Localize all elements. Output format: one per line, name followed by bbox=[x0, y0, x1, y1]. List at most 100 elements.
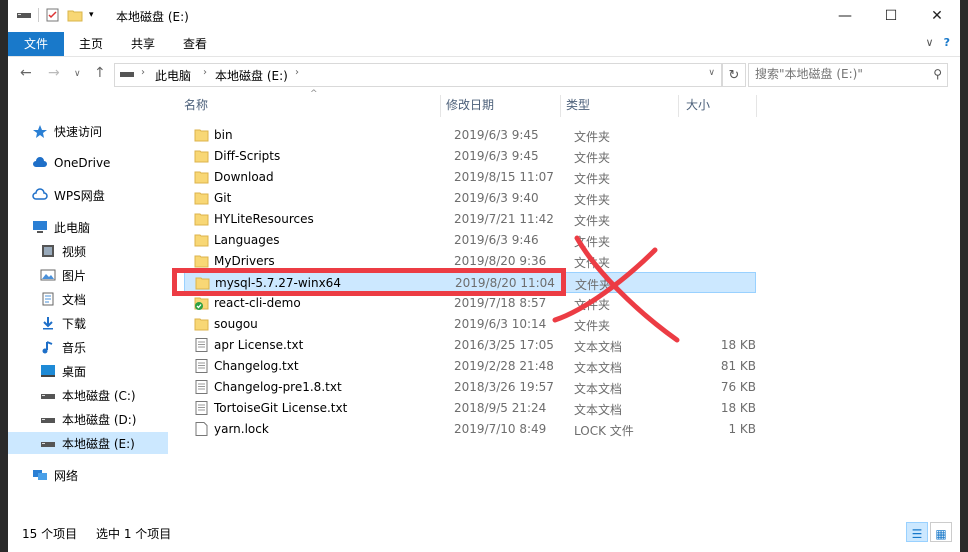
sidebar-item[interactable]: 文档 bbox=[8, 288, 168, 310]
ribbon-controls: ∨ ? bbox=[926, 36, 950, 49]
table-row[interactable]: Changelog-pre1.8.txt 2018/3/26 19:57 文本文档 7… bbox=[184, 377, 756, 398]
tab-view[interactable]: 查看 bbox=[172, 32, 218, 56]
drive-icon bbox=[120, 72, 134, 77]
forward-button[interactable]: → bbox=[48, 65, 60, 81]
sidebar-item[interactable]: 本地磁盘 (D:) bbox=[8, 408, 168, 430]
sidebar-item-label: 快速访问 bbox=[54, 124, 103, 139]
close-button[interactable]: ✕ bbox=[914, 0, 960, 32]
details-view-button[interactable]: ☰ bbox=[906, 522, 928, 542]
file-date: 2019/8/20 9:36 bbox=[454, 254, 547, 268]
star-icon bbox=[33, 125, 47, 138]
sidebar-item-label: 此电脑 bbox=[54, 220, 91, 235]
text-file-icon bbox=[195, 401, 208, 415]
file-name: Diff-Scripts bbox=[214, 149, 281, 163]
column-header-date[interactable]: 修改日期 bbox=[446, 91, 494, 119]
annotation-cross-icon bbox=[552, 235, 680, 343]
table-row[interactable]: Download 2019/8/15 11:07 文件夹 bbox=[184, 167, 756, 188]
ribbon-expand-icon[interactable]: ∨ bbox=[926, 36, 934, 49]
drive-icon bbox=[41, 394, 55, 399]
file-name: HYLiteResources bbox=[214, 212, 314, 226]
sidebar-item[interactable]: 下载 bbox=[8, 312, 168, 334]
table-row[interactable]: Diff-Scripts 2019/6/3 9:45 文件夹 bbox=[184, 146, 756, 167]
search-box[interactable]: ⚲ bbox=[748, 63, 948, 87]
file-name: react-cli-demo bbox=[214, 296, 301, 310]
column-divider[interactable] bbox=[678, 95, 679, 117]
folder-icon bbox=[194, 150, 209, 163]
file-date: 2019/8/15 11:07 bbox=[454, 170, 554, 184]
minimize-button[interactable]: — bbox=[822, 0, 868, 32]
column-header-size[interactable]: 大小 bbox=[686, 91, 710, 119]
refresh-button[interactable]: ↻ bbox=[722, 63, 746, 87]
column-header-type[interactable]: 类型 bbox=[566, 91, 590, 119]
folder-icon bbox=[194, 129, 209, 142]
up-button[interactable]: ↑ bbox=[94, 65, 106, 81]
sidebar-item-label: 本地磁盘 (C:) bbox=[62, 388, 136, 403]
sidebar-item-label: 下载 bbox=[62, 316, 87, 331]
tab-share[interactable]: 共享 bbox=[120, 32, 166, 56]
sidebar-item[interactable]: 网络 bbox=[8, 464, 168, 486]
address-dropdown-icon[interactable]: ∨ bbox=[708, 68, 715, 78]
drive-icon bbox=[17, 13, 31, 18]
search-input[interactable] bbox=[749, 64, 921, 84]
back-button[interactable]: ← bbox=[20, 65, 32, 81]
chevron-down-icon[interactable]: ▾ bbox=[89, 10, 94, 20]
sidebar-item[interactable]: OneDrive bbox=[8, 152, 168, 174]
status-bar: 15 个项目 选中 1 个项目 ☰ ▦ bbox=[8, 520, 960, 544]
sidebar-item[interactable]: 本地磁盘 (E:) bbox=[8, 432, 168, 454]
sidebar-item[interactable]: 桌面 bbox=[8, 360, 168, 382]
search-icon[interactable]: ⚲ bbox=[933, 67, 942, 81]
file-date: 2019/6/3 9:45 bbox=[454, 149, 539, 163]
table-row[interactable]: TortoiseGit License.txt 2018/9/5 21:24 文本文… bbox=[184, 398, 756, 419]
breadcrumb-separator-icon: › bbox=[203, 67, 207, 78]
table-row[interactable]: HYLiteResources 2019/7/21 11:42 文件夹 bbox=[184, 209, 756, 230]
sidebar-item-label: OneDrive bbox=[54, 156, 111, 170]
ribbon: 文件 主页 共享 查看 ∨ ? bbox=[8, 32, 960, 57]
table-row[interactable]: bin 2019/6/3 9:45 文件夹 bbox=[184, 125, 756, 146]
folder-icon bbox=[194, 234, 209, 247]
help-icon[interactable]: ? bbox=[944, 36, 950, 49]
column-divider[interactable] bbox=[560, 95, 561, 117]
sidebar-item-label: 本地磁盘 (D:) bbox=[62, 412, 137, 427]
column-divider[interactable] bbox=[756, 95, 757, 117]
file-date: 2019/7/10 8:49 bbox=[454, 422, 547, 436]
properties-icon[interactable] bbox=[45, 8, 61, 22]
tab-home[interactable]: 主页 bbox=[68, 32, 114, 56]
file-size: 1 KB bbox=[728, 422, 756, 436]
drive-icon bbox=[41, 442, 55, 447]
desktop-icon bbox=[41, 365, 55, 377]
cloud-icon bbox=[33, 157, 47, 167]
folder-icon bbox=[194, 255, 209, 268]
file-date: 2019/2/28 21:48 bbox=[454, 359, 554, 373]
table-row[interactable]: Git 2019/6/3 9:40 文件夹 bbox=[184, 188, 756, 209]
column-header-name[interactable]: 名称 bbox=[184, 91, 208, 119]
picture-icon bbox=[40, 269, 56, 281]
file-name: Changelog.txt bbox=[214, 359, 299, 373]
sidebar-item[interactable]: WPS网盘 bbox=[8, 184, 168, 206]
address-bar[interactable]: › 此电脑 › 本地磁盘 (E:) › ∨ bbox=[114, 63, 722, 87]
sidebar-item[interactable]: 音乐 bbox=[8, 336, 168, 358]
maximize-button[interactable]: ☐ bbox=[868, 0, 914, 32]
tab-file[interactable]: 文件 bbox=[8, 32, 64, 56]
breadcrumb-this-pc[interactable]: 此电脑 bbox=[155, 67, 191, 84]
sidebar-item[interactable]: 快速访问 bbox=[8, 120, 168, 142]
network-icon bbox=[33, 470, 47, 480]
table-row[interactable]: Changelog.txt 2019/2/28 21:48 文本文档 81 KB bbox=[184, 356, 756, 377]
document-icon bbox=[42, 292, 54, 306]
breadcrumb-drive-e[interactable]: 本地磁盘 (E:) bbox=[215, 67, 288, 84]
sidebar-item[interactable]: 本地磁盘 (C:) bbox=[8, 384, 168, 406]
file-type: 文本文档 bbox=[574, 403, 623, 417]
file-date: 2019/6/3 9:46 bbox=[454, 233, 539, 247]
recent-locations-button[interactable]: ∨ bbox=[74, 69, 81, 79]
file-type: 文件夹 bbox=[574, 214, 611, 228]
large-icons-view-button[interactable]: ▦ bbox=[930, 522, 952, 542]
new-folder-icon[interactable] bbox=[67, 8, 83, 22]
item-count: 15 个项目 bbox=[22, 527, 78, 541]
table-row[interactable]: yarn.lock 2019/7/10 8:49 LOCK 文件 1 KB bbox=[184, 419, 756, 440]
file-date: 2018/3/26 19:57 bbox=[454, 380, 554, 394]
sidebar-item[interactable]: 视频 bbox=[8, 240, 168, 262]
blank-file-icon bbox=[195, 422, 208, 436]
navigation-bar: ← → ∨ ↑ › 此电脑 › 本地磁盘 (E:) › ∨ ↻ ⚲ bbox=[8, 57, 960, 91]
column-divider[interactable] bbox=[440, 95, 441, 117]
sidebar-item[interactable]: 图片 bbox=[8, 264, 168, 286]
sidebar-item[interactable]: 此电脑 bbox=[8, 216, 168, 238]
